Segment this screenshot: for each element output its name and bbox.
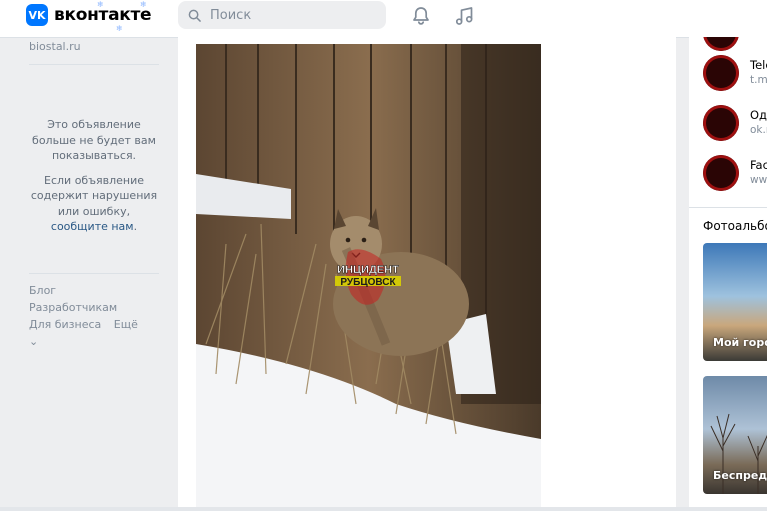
ad-report-text: Если объявление содержит нарушения или о…	[29, 173, 159, 235]
community-avatar[interactable]	[703, 55, 739, 91]
community-link[interactable]: t.me	[750, 74, 767, 86]
footer-links: Блог Разработчикам Для бизнеса Ещё ⌄	[29, 282, 159, 350]
watermark-line2: РУБЦОВСК	[340, 277, 396, 288]
snowflake-icon: ❄	[97, 0, 104, 9]
top-bar: VK вконтакте ❄ ❄ ❄	[0, 0, 767, 38]
vk-logo[interactable]: VK вконтакте	[26, 4, 152, 26]
divider	[29, 272, 159, 274]
footer-developers-link[interactable]: Разработчикам	[29, 301, 117, 314]
music-note-icon[interactable]	[453, 5, 475, 27]
album-label: Мой город	[713, 336, 767, 349]
community-link[interactable]: ok.r	[750, 124, 767, 136]
divider	[29, 64, 159, 65]
album-card[interactable]: Мой город	[703, 243, 767, 361]
album-card[interactable]: Беспредел	[703, 376, 767, 494]
post-photo[interactable]: ИНЦИДЕНТ РУБЦОВСК	[196, 44, 541, 507]
footer-blog-link[interactable]: Блог	[29, 284, 56, 297]
snowflake-icon: ❄	[140, 0, 147, 9]
report-link[interactable]: сообщите нам	[51, 220, 134, 233]
ad-report-message: Если объявление содержит нарушения или о…	[30, 173, 158, 218]
photo-albums-title[interactable]: Фотоальбом	[703, 219, 767, 233]
community-name[interactable]: Одн	[750, 108, 767, 122]
divider	[689, 207, 767, 208]
ad-hidden-text: Это объявление больше не будет вам показ…	[32, 118, 156, 162]
community-name[interactable]: Tele	[750, 58, 767, 72]
search-icon	[188, 9, 201, 22]
watermark-line1: ИНЦИДЕНТ	[337, 264, 399, 276]
vk-logo-mark: VK	[26, 4, 48, 26]
right-column: Tele t.me Одн ok.r Fac www Фотоальбом Мо…	[689, 37, 767, 507]
search-input[interactable]	[208, 6, 382, 24]
bell-icon[interactable]	[410, 5, 432, 27]
community-name[interactable]: Fac	[750, 158, 767, 172]
community-link[interactable]: www	[750, 174, 767, 186]
snowflake-icon: ❄	[116, 24, 123, 33]
footer-more-label: Ещё	[113, 317, 138, 331]
ad-site-link[interactable]: biostal.ru	[29, 40, 159, 53]
bottom-strip	[0, 507, 767, 511]
community-avatar[interactable]	[703, 155, 739, 191]
community-avatar[interactable]	[703, 105, 739, 141]
footer-business-link[interactable]: Для бизнеса	[29, 318, 101, 331]
ad-report-end: .	[133, 220, 138, 233]
left-column: biostal.ru Это объявление больше не буде…	[29, 37, 159, 350]
community-avatar[interactable]	[703, 37, 739, 51]
post-card: ИНЦИДЕНТ РУБЦОВСК	[178, 37, 676, 507]
chevron-down-icon: ⌄	[29, 334, 39, 348]
search-box[interactable]	[178, 1, 386, 29]
album-label: Беспредел	[713, 469, 767, 482]
lynx-photo-image: ИНЦИДЕНТ РУБЦОВСК	[196, 44, 541, 507]
